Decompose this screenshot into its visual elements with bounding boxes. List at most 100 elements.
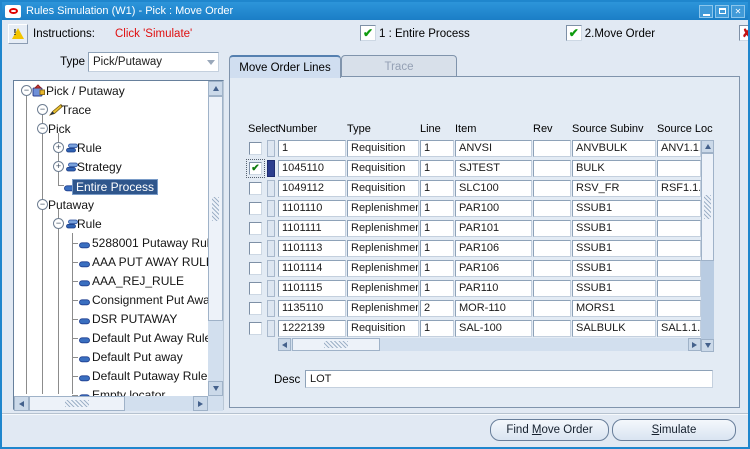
- type-field[interactable]: Requisition: [347, 140, 419, 157]
- tree-node[interactable]: 5288001 Putaway Rule: [14, 233, 208, 252]
- select-checkbox[interactable]: [249, 182, 262, 195]
- line-field[interactable]: 1: [420, 260, 454, 277]
- subinv-field[interactable]: SSUB1: [572, 280, 656, 297]
- loc-field[interactable]: [657, 200, 701, 217]
- tree-node[interactable]: Entire Process: [14, 176, 208, 195]
- tree-node[interactable]: −Pick / Putaway: [14, 81, 208, 100]
- record-indicator[interactable]: [267, 240, 275, 257]
- number-field[interactable]: 1222139: [278, 320, 346, 337]
- number-field[interactable]: 1101110: [278, 200, 346, 217]
- number-field[interactable]: 1045110: [278, 160, 346, 177]
- type-field[interactable]: Requisition: [347, 180, 419, 197]
- select-checkbox[interactable]: [249, 222, 262, 235]
- line-field[interactable]: 1: [420, 140, 454, 157]
- rev-field[interactable]: [533, 260, 571, 277]
- select-checkbox[interactable]: [249, 302, 262, 315]
- rev-field[interactable]: [533, 320, 571, 337]
- select-checkbox[interactable]: ✔: [249, 162, 262, 175]
- loc-field[interactable]: [657, 280, 701, 297]
- tree-node[interactable]: DSR PUTAWAY: [14, 309, 208, 328]
- number-field[interactable]: 1135110: [278, 300, 346, 317]
- record-indicator[interactable]: [267, 300, 275, 317]
- tab-move-order-lines[interactable]: Move Order Lines: [229, 55, 341, 78]
- rev-field[interactable]: [533, 300, 571, 317]
- loc-field[interactable]: [657, 300, 701, 317]
- select-checkbox[interactable]: [249, 322, 262, 335]
- line-field[interactable]: 1: [420, 240, 454, 257]
- item-field[interactable]: PAR100: [455, 200, 532, 217]
- tree-horizontal-scrollbar[interactable]: [14, 396, 208, 411]
- type-field[interactable]: Replenishment: [347, 300, 419, 317]
- instructions-button[interactable]: !: [8, 24, 28, 44]
- line-field[interactable]: 1: [420, 280, 454, 297]
- item-field[interactable]: SJTEST: [455, 160, 532, 177]
- loc-field[interactable]: [657, 240, 701, 257]
- record-indicator[interactable]: [267, 320, 275, 337]
- subinv-field[interactable]: SSUB1: [572, 220, 656, 237]
- table-hscroll-thumb[interactable]: [292, 338, 380, 351]
- rev-field[interactable]: [533, 180, 571, 197]
- number-field[interactable]: 1101114: [278, 260, 346, 277]
- tab-trace[interactable]: Trace: [341, 55, 457, 77]
- rev-field[interactable]: [533, 220, 571, 237]
- tree-hscroll-thumb[interactable]: [29, 396, 125, 411]
- tree-node[interactable]: −Trace: [14, 100, 208, 119]
- select-checkbox[interactable]: [249, 282, 262, 295]
- type-field[interactable]: Replenishment: [347, 200, 419, 217]
- type-field[interactable]: Replenishment: [347, 280, 419, 297]
- scroll-up-button[interactable]: [701, 140, 714, 153]
- item-field[interactable]: PAR110: [455, 280, 532, 297]
- tree-node[interactable]: +Rule: [14, 138, 208, 157]
- subinv-field[interactable]: ANVBULK: [572, 140, 656, 157]
- loc-field[interactable]: RSF1.1.1: [657, 180, 701, 197]
- loc-field[interactable]: [657, 160, 701, 177]
- item-field[interactable]: MOR-110: [455, 300, 532, 317]
- loc-field[interactable]: [657, 260, 701, 277]
- collapse-handle-icon[interactable]: −: [21, 85, 32, 96]
- scroll-up-button[interactable]: [208, 81, 223, 96]
- tree-vscroll-thumb[interactable]: [208, 96, 223, 321]
- scroll-right-button[interactable]: [193, 396, 208, 411]
- subinv-field[interactable]: SSUB1: [572, 200, 656, 217]
- line-field[interactable]: 1: [420, 200, 454, 217]
- record-indicator[interactable]: [267, 260, 275, 277]
- record-indicator[interactable]: [267, 140, 275, 157]
- tree-node[interactable]: Consignment Put Away R: [14, 290, 208, 309]
- minimize-icon[interactable]: [699, 5, 713, 18]
- line-field[interactable]: 1: [420, 180, 454, 197]
- find-move-order-button[interactable]: Find Move Order: [490, 419, 609, 441]
- type-field[interactable]: Replenishment: [347, 260, 419, 277]
- line-field[interactable]: 1: [420, 320, 454, 337]
- record-indicator[interactable]: [267, 280, 275, 297]
- subinv-field[interactable]: BULK: [572, 160, 656, 177]
- select-checkbox[interactable]: [249, 262, 262, 275]
- rev-field[interactable]: [533, 160, 571, 177]
- rev-field[interactable]: [533, 240, 571, 257]
- loc-field[interactable]: [657, 220, 701, 237]
- number-field[interactable]: 1101113: [278, 240, 346, 257]
- maximize-icon[interactable]: [715, 5, 729, 18]
- line-field[interactable]: 1: [420, 220, 454, 237]
- tree-node[interactable]: −Pick: [14, 119, 208, 138]
- scroll-right-button[interactable]: [688, 338, 701, 351]
- tree-node[interactable]: AAA PUT AWAY RULE: [14, 252, 208, 271]
- number-field[interactable]: 1049112: [278, 180, 346, 197]
- line-field[interactable]: 2: [420, 300, 454, 317]
- subinv-field[interactable]: SSUB1: [572, 260, 656, 277]
- scroll-left-button[interactable]: [278, 338, 291, 351]
- record-indicator[interactable]: [267, 200, 275, 217]
- subinv-field[interactable]: RSV_FR: [572, 180, 656, 197]
- tree-node[interactable]: Default Put Away Rule: [14, 328, 208, 347]
- tree-node[interactable]: +Strategy: [14, 157, 208, 176]
- collapse-handle-icon[interactable]: −: [53, 218, 64, 229]
- tree-node[interactable]: −Rule: [14, 214, 208, 233]
- expand-handle-icon[interactable]: +: [53, 161, 64, 172]
- tree-node[interactable]: Default Putaway Rule: [14, 366, 208, 385]
- type-field[interactable]: Requisition: [347, 320, 419, 337]
- loc-field[interactable]: SAL1.1.1: [657, 320, 701, 337]
- scroll-down-button[interactable]: [701, 339, 714, 352]
- rev-field[interactable]: [533, 140, 571, 157]
- subinv-field[interactable]: SSUB1: [572, 240, 656, 257]
- tree-node[interactable]: Empty locator: [14, 385, 208, 396]
- line-field[interactable]: 1: [420, 160, 454, 177]
